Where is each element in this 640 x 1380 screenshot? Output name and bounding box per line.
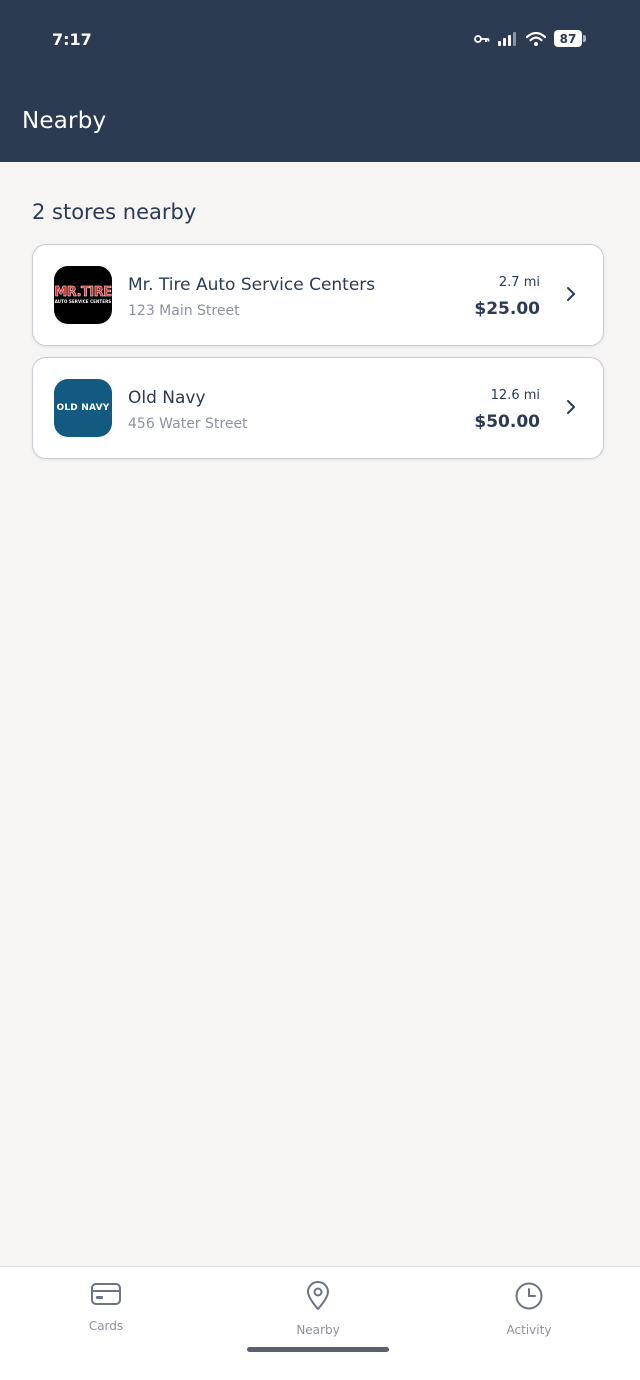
store-card-old-navy[interactable]: OLD NAVY Old Navy 456 Water Street 12.6 … (32, 357, 604, 459)
battery-level: 87 (554, 30, 582, 47)
status-time: 7:17 (52, 30, 92, 49)
old-navy-logo: OLD NAVY (54, 379, 112, 437)
store-distance: 2.7 mi (498, 275, 540, 290)
page-title: Nearby (22, 108, 107, 134)
app-header: 7:17 87 Nearby (0, 0, 640, 162)
status-indicators: 87 (474, 30, 586, 47)
card-icon (90, 1281, 122, 1311)
tab-cards-label: Cards (88, 1319, 124, 1333)
store-address: 123 Main Street (128, 303, 240, 319)
wifi-icon (526, 31, 546, 46)
store-price: $50.00 (474, 412, 540, 432)
stores-count-heading: 2 stores nearby (32, 200, 197, 224)
store-card-mr-tire[interactable]: MR.TIRE AUTO SERVICE CENTERS Mr. Tire Au… (32, 244, 604, 346)
tab-nearby-label: Nearby (296, 1323, 340, 1337)
bottom-tab-bar: Cards Nearby Activity (0, 1266, 640, 1380)
mr-tire-logo-subtext: AUTO SERVICE CENTERS (54, 299, 112, 304)
cellular-signal-icon (498, 31, 518, 46)
store-price: $25.00 (474, 299, 540, 319)
old-navy-logo-text: OLD NAVY (56, 403, 110, 413)
clock-icon (514, 1281, 544, 1315)
chevron-right-icon (565, 398, 577, 420)
chevron-right-icon (565, 285, 577, 307)
store-address: 456 Water Street (128, 416, 248, 432)
home-indicator[interactable] (247, 1347, 389, 1352)
store-name: Old Navy (128, 388, 206, 408)
tab-activity[interactable]: Activity (469, 1281, 589, 1337)
tab-nearby[interactable]: Nearby (258, 1281, 378, 1337)
store-name: Mr. Tire Auto Service Centers (128, 275, 376, 295)
mr-tire-logo-text: MR.TIRE (54, 285, 112, 300)
tab-activity-label: Activity (506, 1323, 552, 1337)
tab-cards[interactable]: Cards (46, 1281, 166, 1333)
battery-tip (583, 35, 586, 42)
battery-icon: 87 (554, 30, 586, 47)
location-pin-icon (305, 1281, 331, 1315)
key-icon (474, 34, 490, 44)
mr-tire-logo: MR.TIRE AUTO SERVICE CENTERS (54, 266, 112, 324)
store-distance: 12.6 mi (490, 388, 540, 403)
